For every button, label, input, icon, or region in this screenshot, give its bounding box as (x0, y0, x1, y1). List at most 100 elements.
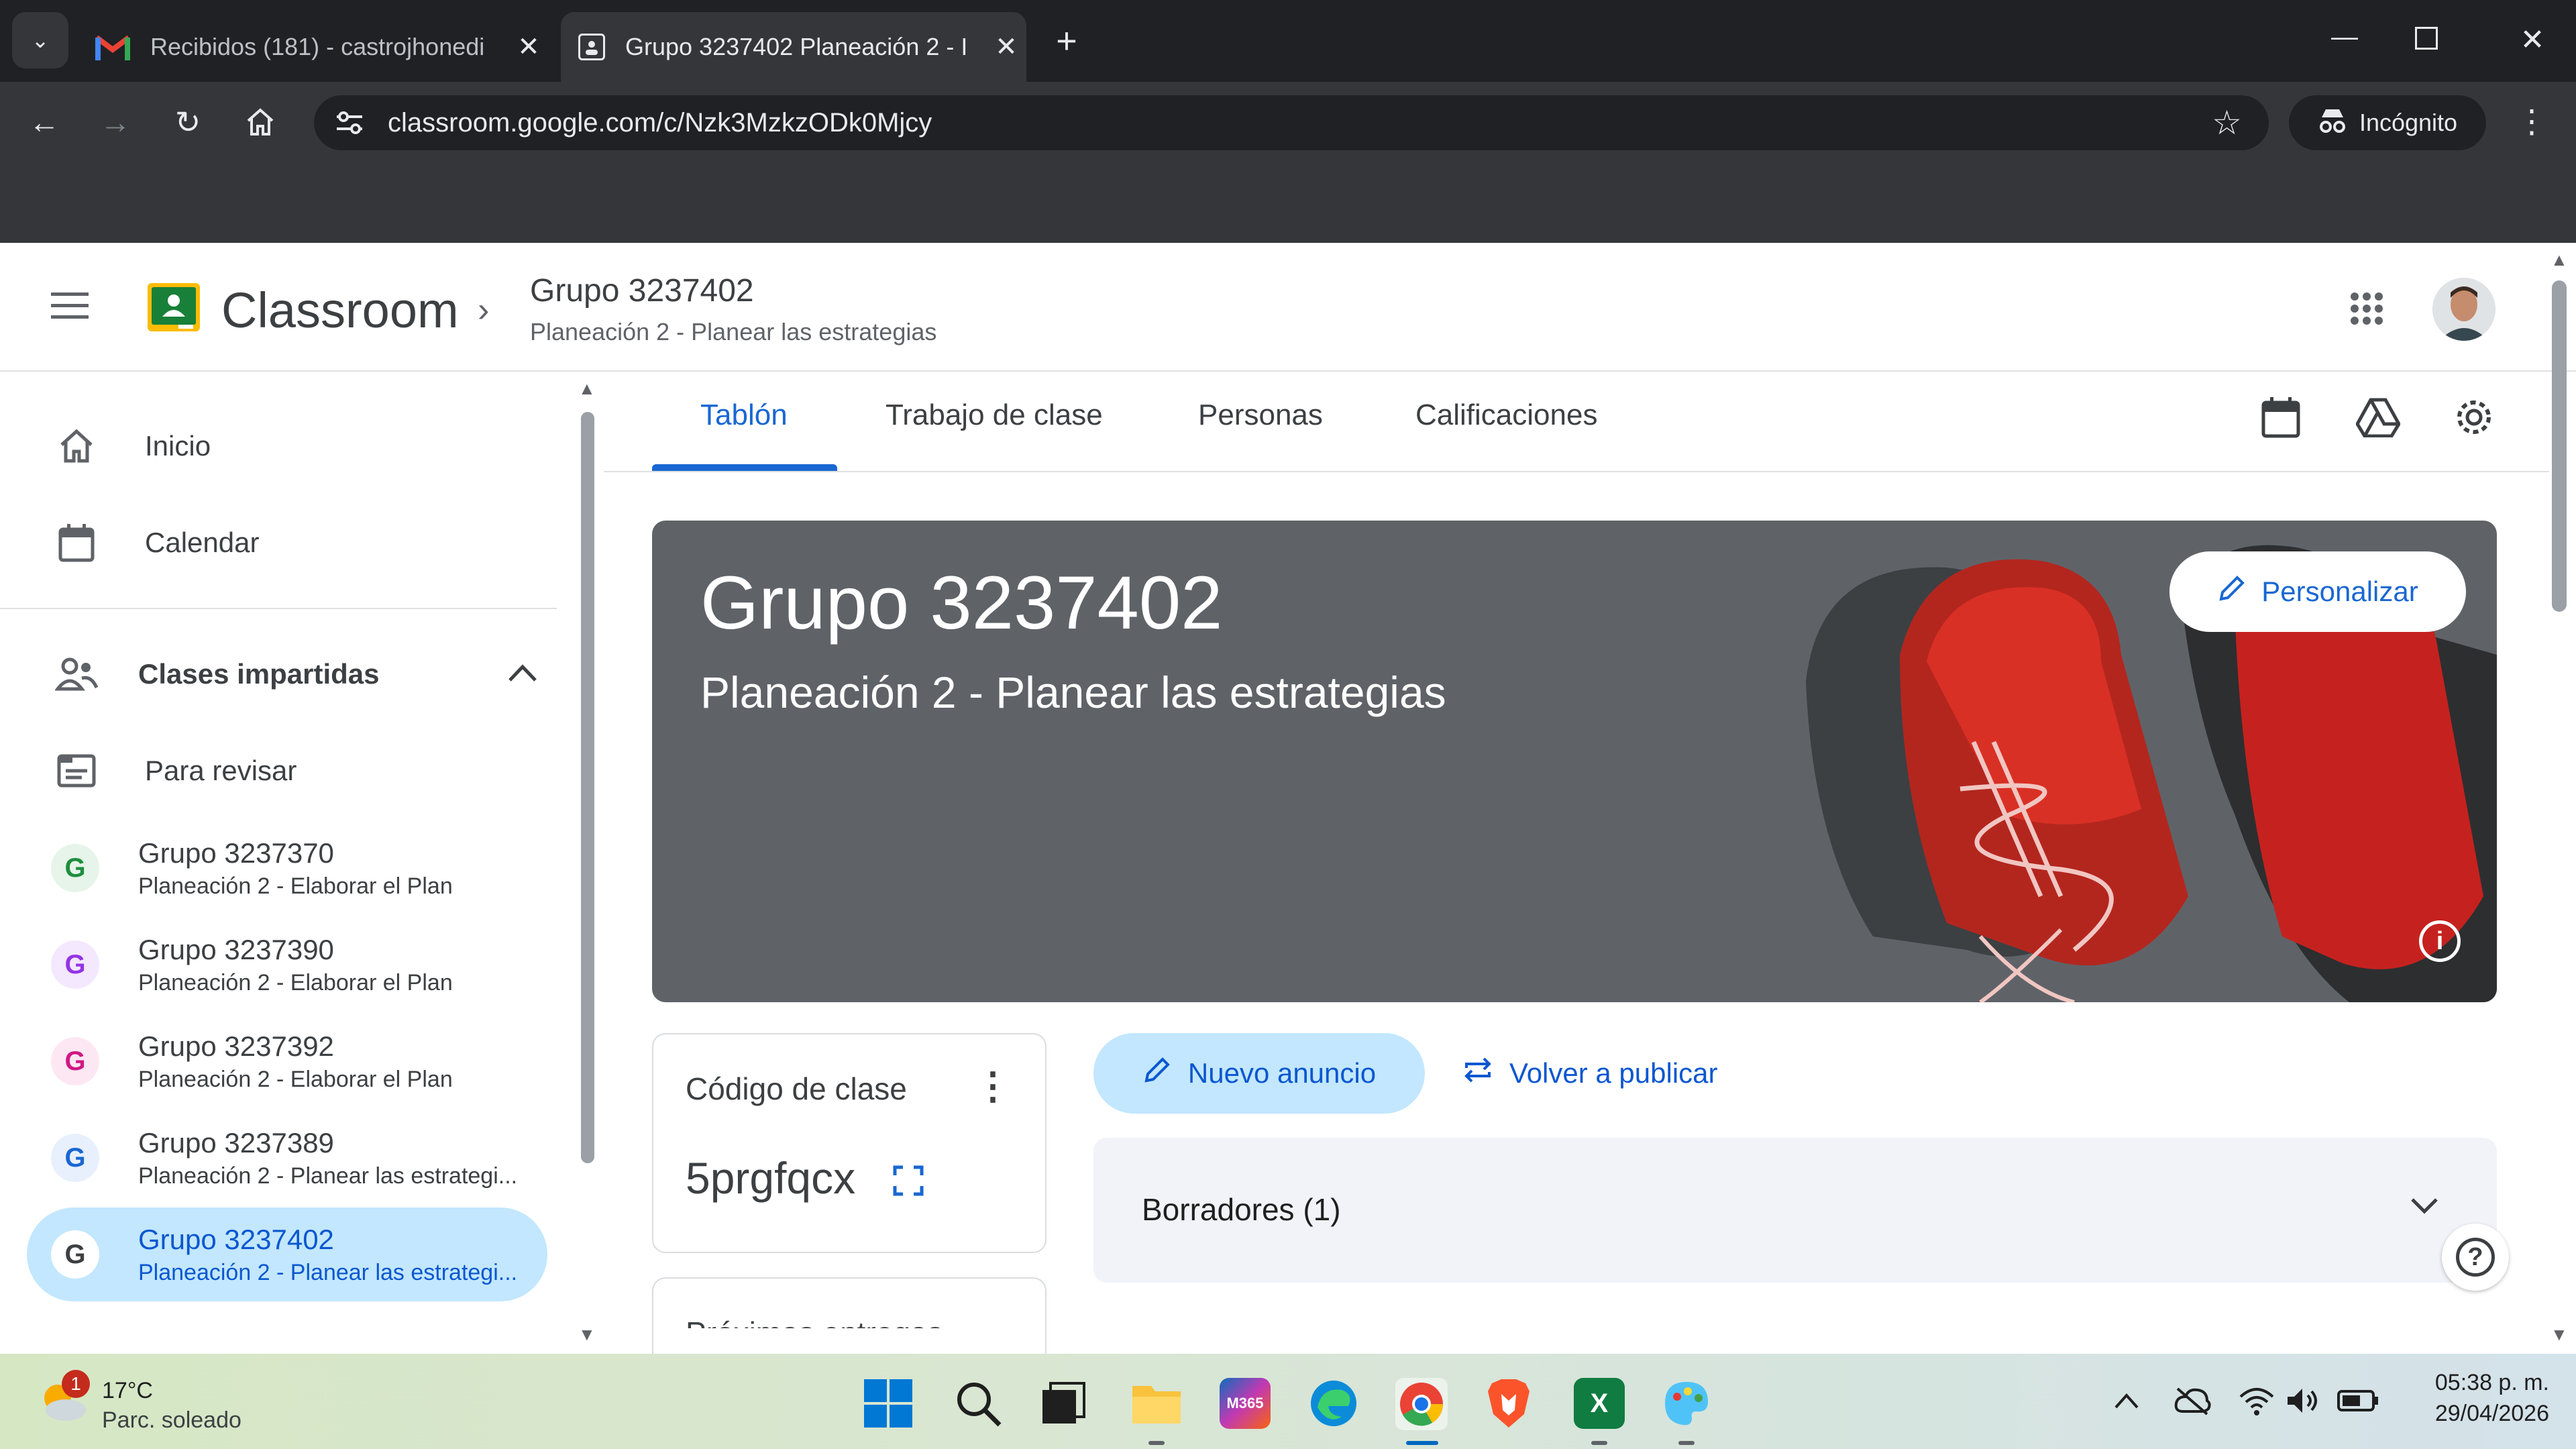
chevron-down-icon[interactable] (2410, 1197, 2439, 1219)
sidebar-section-label: Clases impartidas (138, 658, 380, 690)
cloud-offline-icon[interactable] (2174, 1386, 2211, 1419)
page-scrollbar-thumb[interactable] (2552, 280, 2567, 612)
wifi-icon[interactable] (2238, 1386, 2275, 1419)
incognito-indicator[interactable]: Incógnito (2289, 95, 2486, 150)
sidebar-item-label: Para revisar (145, 755, 297, 786)
back-icon[interactable]: ← (17, 95, 71, 149)
chevron-up-icon[interactable] (507, 657, 538, 690)
class-code-value: 5prgfqcx (686, 1153, 856, 1203)
fullscreen-icon[interactable] (892, 1165, 924, 1200)
sidebar-class-item[interactable]: G Grupo 3237390 Planeación 2 - Elaborar e… (27, 918, 547, 1012)
sidebar-item-inicio[interactable]: Inicio (27, 402, 547, 490)
breadcrumb-title[interactable]: Grupo 3237402 (530, 272, 754, 309)
breadcrumb-chevron-icon: › (478, 290, 490, 329)
battery-icon[interactable] (2337, 1389, 2379, 1416)
page-scroll-up-icon[interactable]: ▲ (2551, 250, 2568, 270)
classroom-logo-icon[interactable] (148, 283, 200, 331)
sidebar-scrollbar-thumb[interactable] (581, 412, 594, 1163)
sidebar-class-item[interactable]: G Grupo 3237392 Planeación 2 - Elaborar e… (27, 1014, 547, 1108)
browser-tab-strip: ⌄ Recibidos (181) - castrojhonedi ✕ Grup… (0, 0, 2576, 82)
home-icon[interactable] (233, 95, 287, 149)
breadcrumb-subtitle: Planeación 2 - Planear las estrategias (530, 318, 937, 345)
clock-time[interactable]: 05:38 p. m. (2415, 1370, 2549, 1396)
weather-widget[interactable]: 1 17°C Parc. soleado (38, 1368, 292, 1436)
close-tab-icon[interactable]: ✕ (986, 32, 1026, 62)
file-explorer-icon[interactable] (1131, 1379, 1182, 1431)
class-subtitle: Planeación 2 - Elaborar el Plan (138, 1066, 453, 1092)
class-avatar-letter: G (51, 1134, 99, 1182)
drafts-label: Borradores (1) (1142, 1192, 1341, 1227)
class-avatar-letter: G (51, 1230, 99, 1279)
help-icon[interactable]: ? (2442, 1224, 2509, 1291)
browser-tab-gmail[interactable]: Recibidos (181) - castrojhonedi ✕ (86, 12, 549, 82)
calendar-icon[interactable] (2261, 396, 2301, 442)
bookmark-star-icon[interactable]: ☆ (2212, 103, 2242, 142)
taskbar-indicator (1591, 1441, 1607, 1445)
class-avatar-letter: G (51, 941, 99, 989)
tab-search-button[interactable]: ⌄ (12, 12, 68, 68)
forward-icon[interactable]: → (89, 95, 142, 149)
task-view-icon[interactable] (1040, 1381, 1087, 1431)
active-tab-indicator (652, 464, 837, 471)
address-bar[interactable]: classroom.google.com/c/Nzk3MzkzODk0Mjcy … (314, 95, 2269, 150)
weather-temp: 17°C (102, 1378, 153, 1403)
tab-calificaciones[interactable]: Calificaciones (1415, 398, 1597, 432)
sidebar-section-clases-impartidas[interactable]: Clases impartidas (27, 631, 547, 718)
customize-button[interactable]: Personalizar (2169, 551, 2466, 632)
tab-trabajo-de-clase[interactable]: Trabajo de clase (885, 398, 1103, 432)
class-title: Grupo 3237370 (138, 837, 334, 869)
volume-icon[interactable] (2285, 1386, 2320, 1419)
assignment-icon (51, 745, 102, 796)
excel-icon[interactable]: X (1574, 1378, 1625, 1429)
new-announcement-button[interactable]: Nuevo anuncio (1093, 1033, 1425, 1114)
close-window-icon[interactable]: ✕ (2509, 13, 2556, 67)
new-tab-button[interactable]: + (1046, 17, 1087, 64)
page-scroll-down-icon[interactable]: ▼ (2551, 1324, 2568, 1345)
show-hidden-icons-chevron-icon[interactable] (2113, 1391, 2140, 1413)
site-settings-icon[interactable] (334, 109, 365, 137)
republish-label: Volver a publicar (1509, 1057, 1718, 1089)
minimize-icon[interactable]: — (2321, 13, 2368, 67)
close-tab-icon[interactable]: ✕ (508, 32, 549, 62)
sidebar-scroll-up-icon[interactable]: ▲ (578, 378, 596, 399)
avatar[interactable] (2432, 278, 2496, 341)
republish-button[interactable]: Volver a publicar (1462, 1033, 1718, 1114)
upcoming-card: Próximas entregas (652, 1277, 1046, 1358)
sidebar: Inicio Calendar Clases impartidas Para r… (0, 372, 596, 1354)
class-title: Grupo 3237390 (138, 933, 334, 965)
weather-desc: Parc. soleado (102, 1407, 241, 1433)
paint-icon[interactable] (1661, 1378, 1712, 1432)
browser-tab-classroom[interactable]: Grupo 3237402 Planeación 2 - I ✕ (561, 12, 1026, 82)
sidebar-scroll-down-icon[interactable]: ▼ (578, 1324, 596, 1345)
brave-icon[interactable] (1485, 1378, 1532, 1432)
class-avatar-letter: G (51, 1037, 99, 1085)
reload-icon[interactable]: ↻ (161, 95, 215, 149)
drafts-panel[interactable]: Borradores (1) (1093, 1138, 2497, 1283)
tabs-divider (604, 471, 2549, 472)
tab-personas[interactable]: Personas (1198, 398, 1323, 432)
sidebar-class-item[interactable]: G Grupo 3237389 Planeación 2 - Planear la… (27, 1111, 547, 1205)
main-menu-icon[interactable] (51, 291, 89, 321)
browser-toolbar: ← → ↻ classroom.google.com/c/Nzk3MzkzODk… (0, 82, 2576, 162)
sidebar-item-para-revisar[interactable]: Para revisar (27, 727, 547, 814)
chrome-icon[interactable] (1395, 1378, 1448, 1430)
apps-grid-icon[interactable] (2349, 291, 2384, 326)
browser-menu-icon[interactable]: ⋮ (2505, 95, 2559, 149)
info-icon[interactable]: i (2419, 920, 2461, 962)
sidebar-item-calendar[interactable]: Calendar (27, 499, 547, 586)
sidebar-class-item-active[interactable]: G Grupo 3237402 Planeación 2 - Planear la… (27, 1208, 547, 1301)
app-name[interactable]: Classroom (221, 282, 459, 339)
tab-tablon[interactable]: Tablón (700, 398, 788, 432)
clock-date[interactable]: 29/04/2026 (2415, 1401, 2549, 1427)
restore-icon[interactable] (2415, 27, 2438, 50)
more-options-icon[interactable]: ⋮ (974, 1064, 1012, 1108)
sidebar-class-item[interactable]: G Grupo 3237370 Planeación 2 - Elaborar e… (27, 821, 547, 915)
taskbar-search-icon[interactable] (953, 1378, 1004, 1432)
banner-title[interactable]: Grupo 3237402 (700, 559, 1222, 646)
drive-folder-icon[interactable] (2355, 397, 2401, 441)
settings-gear-icon[interactable] (2453, 396, 2496, 442)
edge-icon[interactable] (1308, 1378, 1359, 1432)
app-header: Classroom › Grupo 3237402 Planeación 2 -… (0, 243, 2576, 372)
windows-start-icon[interactable] (863, 1378, 914, 1432)
microsoft-365-icon[interactable]: M365 (1220, 1378, 1271, 1429)
